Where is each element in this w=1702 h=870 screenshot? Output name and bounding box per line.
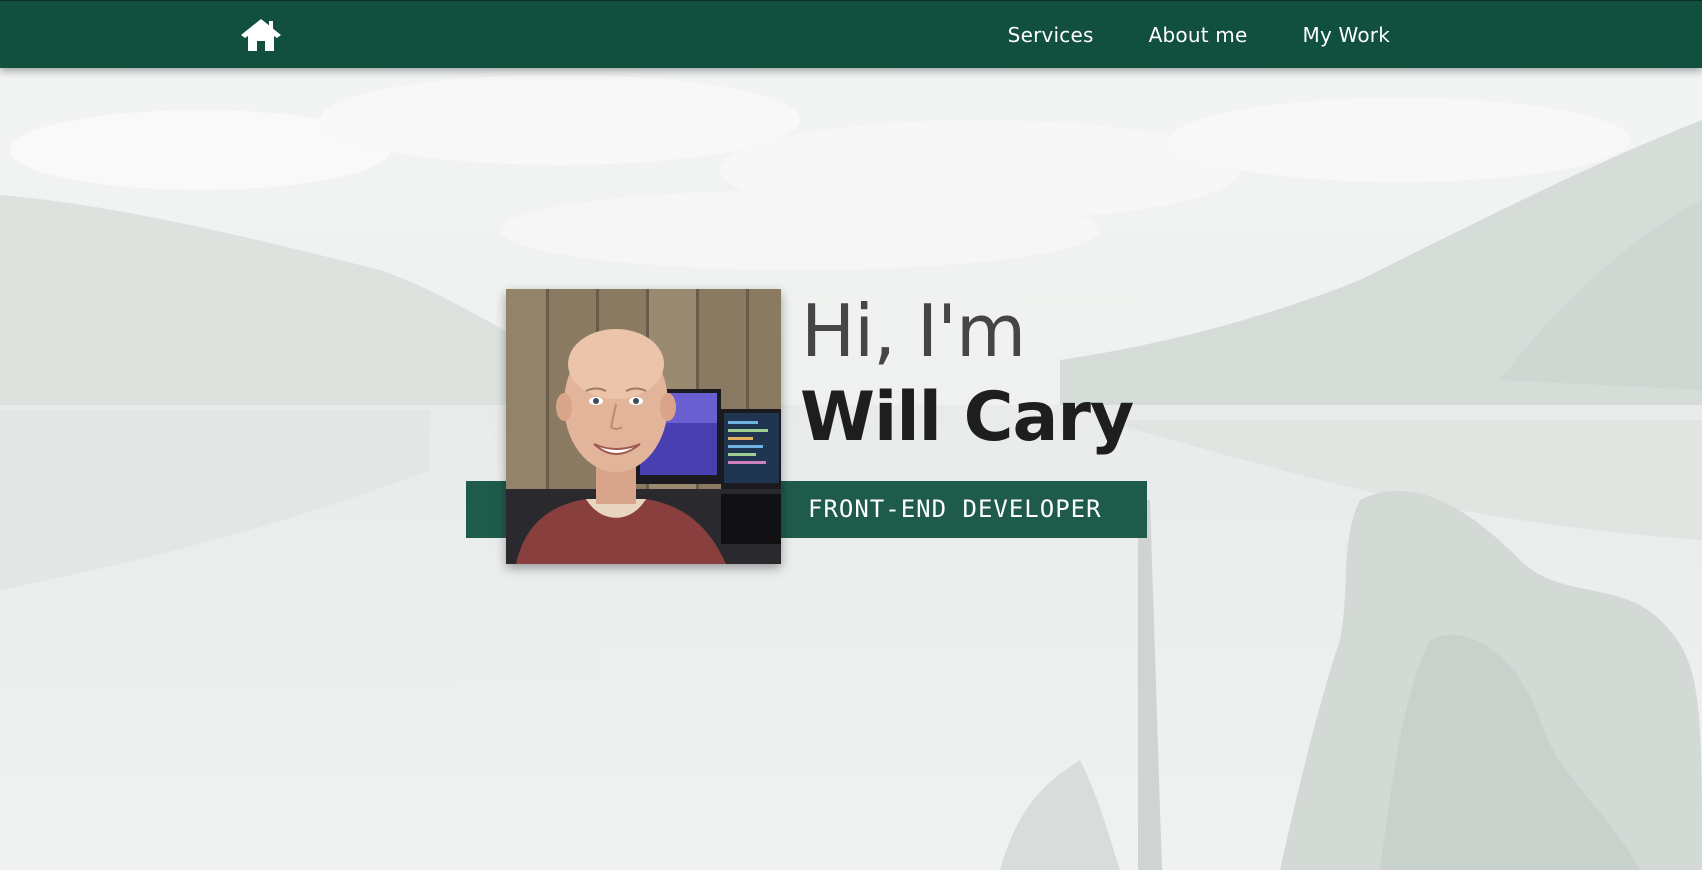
page: Services About me My Work Hi, I'm Will C… <box>0 0 1702 870</box>
hero-greeting: Hi, I'm <box>801 289 1026 373</box>
hero-name: Will Cary <box>800 378 1134 457</box>
top-navigation-bar: Services About me My Work <box>0 0 1702 68</box>
hero-role: FRONT-END DEVELOPER <box>808 495 1102 523</box>
nav-links: Services About me My Work <box>953 1 1390 69</box>
home-icon[interactable] <box>238 15 284 55</box>
nav-link-my-work[interactable]: My Work <box>1303 23 1391 47</box>
profile-photo <box>506 289 781 564</box>
nav-link-services[interactable]: Services <box>1008 23 1094 47</box>
nav-link-about-me[interactable]: About me <box>1149 23 1248 47</box>
